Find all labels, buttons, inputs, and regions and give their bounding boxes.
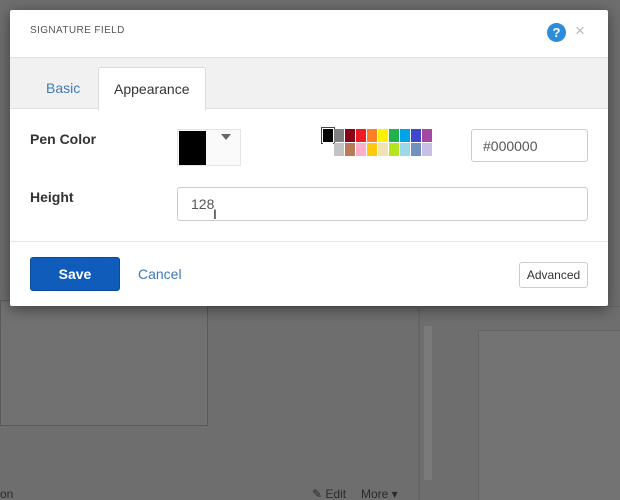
cancel-link[interactable]: Cancel bbox=[138, 266, 182, 282]
height-input[interactable] bbox=[177, 187, 588, 221]
footer-divider bbox=[10, 241, 608, 242]
background-column-divider bbox=[418, 300, 420, 500]
dialog-title: SIGNATURE FIELD bbox=[30, 25, 125, 36]
palette-color-swatch[interactable] bbox=[422, 143, 432, 156]
signature-field-dialog: SIGNATURE FIELD ? × Basic Appearance Pen… bbox=[10, 10, 608, 306]
palette-color-swatch[interactable] bbox=[356, 129, 366, 142]
palette-color-swatch[interactable] bbox=[345, 143, 355, 156]
palette-color-swatch[interactable] bbox=[322, 128, 334, 143]
palette-color-swatch[interactable] bbox=[389, 143, 399, 156]
background-more-menu: More ▾ bbox=[361, 487, 398, 500]
palette-color-swatch[interactable] bbox=[334, 129, 344, 142]
tab-basic[interactable]: Basic bbox=[31, 67, 95, 110]
palette-color-swatch[interactable] bbox=[400, 129, 410, 142]
save-button[interactable]: Save bbox=[30, 257, 120, 291]
palette-color-swatch[interactable] bbox=[378, 129, 388, 142]
palette-color-swatch[interactable] bbox=[378, 143, 388, 156]
palette-color-swatch[interactable] bbox=[334, 143, 344, 156]
background-panel-left bbox=[0, 300, 208, 426]
pen-color-picker[interactable] bbox=[177, 129, 241, 166]
background-panel-right bbox=[478, 330, 620, 500]
help-icon[interactable]: ? bbox=[547, 23, 566, 42]
palette-color-swatch[interactable] bbox=[367, 129, 377, 142]
palette-color-swatch[interactable] bbox=[422, 129, 432, 142]
height-label: Height bbox=[30, 189, 74, 205]
palette-color-swatch[interactable] bbox=[323, 143, 333, 156]
palette-color-swatch[interactable] bbox=[400, 143, 410, 156]
background-scrollbar bbox=[424, 326, 432, 480]
palette-color-swatch[interactable] bbox=[367, 143, 377, 156]
pen-color-label: Pen Color bbox=[30, 131, 97, 147]
background-edit-link: ✎ Edit bbox=[312, 487, 347, 500]
tab-bar: Basic Appearance bbox=[10, 57, 608, 111]
color-palette bbox=[322, 128, 441, 157]
dialog-header: SIGNATURE FIELD ? × bbox=[10, 10, 608, 56]
tab-appearance[interactable]: Appearance bbox=[98, 67, 206, 111]
chevron-down-icon bbox=[221, 134, 231, 140]
palette-color-swatch[interactable] bbox=[356, 143, 366, 156]
close-icon[interactable]: × bbox=[575, 21, 585, 41]
palette-color-swatch[interactable] bbox=[411, 129, 421, 142]
background-text-fragment: on bbox=[0, 487, 14, 500]
palette-color-swatch[interactable] bbox=[389, 129, 399, 142]
palette-color-swatch[interactable] bbox=[411, 143, 421, 156]
advanced-button[interactable]: Advanced bbox=[519, 262, 588, 288]
selected-color-swatch bbox=[179, 131, 206, 165]
hex-color-input[interactable] bbox=[471, 129, 588, 162]
palette-color-swatch[interactable] bbox=[345, 129, 355, 142]
